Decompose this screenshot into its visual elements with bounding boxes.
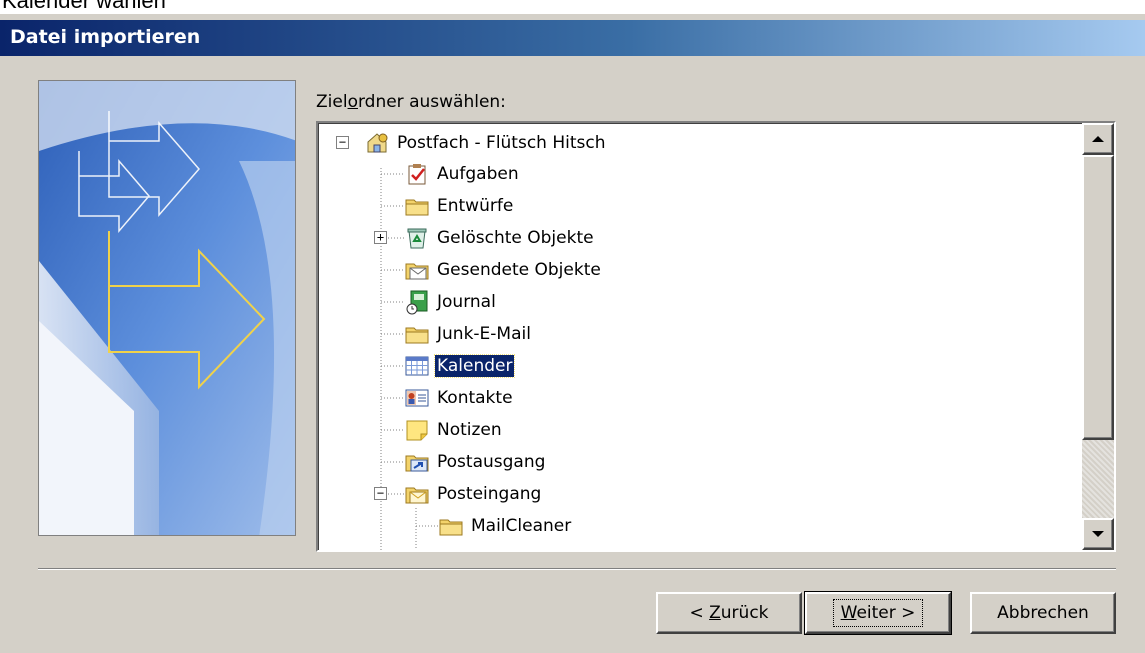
- dialog-title: Datei importieren: [10, 26, 201, 48]
- folder-icon: [405, 327, 429, 344]
- folder-label-part: rdner auswählen:: [357, 92, 506, 112]
- tree-item-root[interactable]: Postfach - Flütsch Hitsch: [364, 128, 608, 158]
- folder-label-part: Ziel: [316, 92, 348, 112]
- folder-icon: [439, 519, 463, 536]
- journal-icon: [406, 290, 428, 315]
- tree-item-geloeschte-objekte[interactable]: Gelöschte Objekte: [404, 223, 596, 253]
- next-button-label: Weiter >: [832, 599, 924, 627]
- tree-expand-toggle-deleted[interactable]: +: [374, 231, 387, 244]
- tree-item-label: Gelöschte Objekte: [437, 228, 594, 248]
- cancel-button-label: Abbrechen: [997, 603, 1089, 623]
- outbox-icon: [405, 455, 429, 472]
- back-button[interactable]: < Zurück: [656, 592, 802, 634]
- next-label-accelerator: W: [840, 603, 857, 623]
- tree-item-label: Kontakte: [437, 388, 513, 408]
- arrow-down-icon: [1092, 531, 1104, 537]
- notes-icon: [406, 420, 428, 441]
- tree-item-gesendete-objekte[interactable]: Gesendete Objekte: [404, 255, 603, 285]
- tree-item-label: Junk-E-Mail: [437, 324, 531, 344]
- tree-item-label: Entwürfe: [437, 196, 514, 216]
- mailbox-home-icon: [367, 133, 388, 153]
- contacts-icon: [405, 389, 429, 407]
- inbox-icon: [405, 487, 429, 504]
- dialog-titlebar[interactable]: Datei importieren: [0, 20, 1145, 56]
- wizard-arrow-illustration: [39, 81, 295, 535]
- next-button[interactable]: Weiter >: [804, 591, 952, 635]
- tree-item-postausgang[interactable]: Postausgang: [404, 447, 547, 477]
- page-caption-strip: Kalender wählen: [0, 0, 1145, 14]
- tree-collapse-toggle-inbox[interactable]: −: [374, 487, 387, 500]
- tree-item-kalender[interactable]: Kalender: [404, 351, 516, 381]
- tree-item-journal[interactable]: Journal: [404, 287, 498, 317]
- back-label-part: <: [689, 603, 710, 623]
- button-separator: [38, 568, 1116, 570]
- tree-item-label: Journal: [437, 292, 496, 312]
- tree-item-label: Gesendete Objekte: [437, 260, 601, 280]
- next-label-part: eiter >: [856, 603, 916, 623]
- back-label-part: urück: [720, 603, 769, 623]
- tasks-icon: [408, 164, 426, 185]
- tree-item-mailcleaner[interactable]: MailCleaner: [438, 511, 573, 541]
- import-dialog: Datei importieren Zielordner auswählen: …: [0, 14, 1145, 653]
- folder-icon: [405, 199, 429, 216]
- tree-item-entwuerfe[interactable]: Entwürfe: [404, 191, 515, 221]
- tree-item-label: Posteingang: [437, 484, 542, 504]
- folder-label-accelerator: o: [347, 92, 358, 112]
- folder-tree[interactable]: − Postfach - Flütsch Hitsch Aufgaben Ent…: [316, 121, 1116, 552]
- tree-collapse-toggle-root[interactable]: −: [336, 136, 349, 149]
- tree-item-label: Aufgaben: [437, 164, 519, 184]
- tree-item-notizen[interactable]: Notizen: [404, 415, 504, 445]
- back-label-accelerator: Z: [709, 603, 721, 623]
- tree-item-kontakte[interactable]: Kontakte: [404, 383, 515, 413]
- sent-items-icon: [405, 263, 429, 280]
- calendar-icon: [405, 356, 429, 376]
- wizard-graphic: [38, 80, 296, 536]
- arrow-up-icon: [1092, 136, 1104, 142]
- page-caption: Kalender wählen: [2, 0, 166, 13]
- tree-item-aufgaben[interactable]: Aufgaben: [404, 159, 521, 189]
- tree-item-label: Notizen: [437, 420, 502, 440]
- tree-item-junk-e-mail[interactable]: Junk-E-Mail: [404, 319, 533, 349]
- tree-item-label: Kalender: [433, 354, 516, 378]
- scroll-up-button[interactable]: [1082, 123, 1114, 155]
- tree-item-label: MailCleaner: [471, 516, 572, 536]
- target-folder-label: Zielordner auswählen:: [316, 92, 506, 112]
- scroll-down-button[interactable]: [1082, 518, 1114, 550]
- scroll-thumb[interactable]: [1082, 155, 1114, 440]
- tree-vertical-scrollbar[interactable]: [1082, 123, 1114, 550]
- back-button-label: < Zurück: [683, 601, 774, 625]
- recycle-bin-icon: [407, 228, 427, 249]
- tree-item-label: Postausgang: [437, 452, 546, 472]
- tree-item-label: Postfach - Flütsch Hitsch: [397, 133, 606, 153]
- tree-item-posteingang[interactable]: Posteingang: [404, 479, 543, 509]
- cancel-button[interactable]: Abbrechen: [970, 592, 1116, 634]
